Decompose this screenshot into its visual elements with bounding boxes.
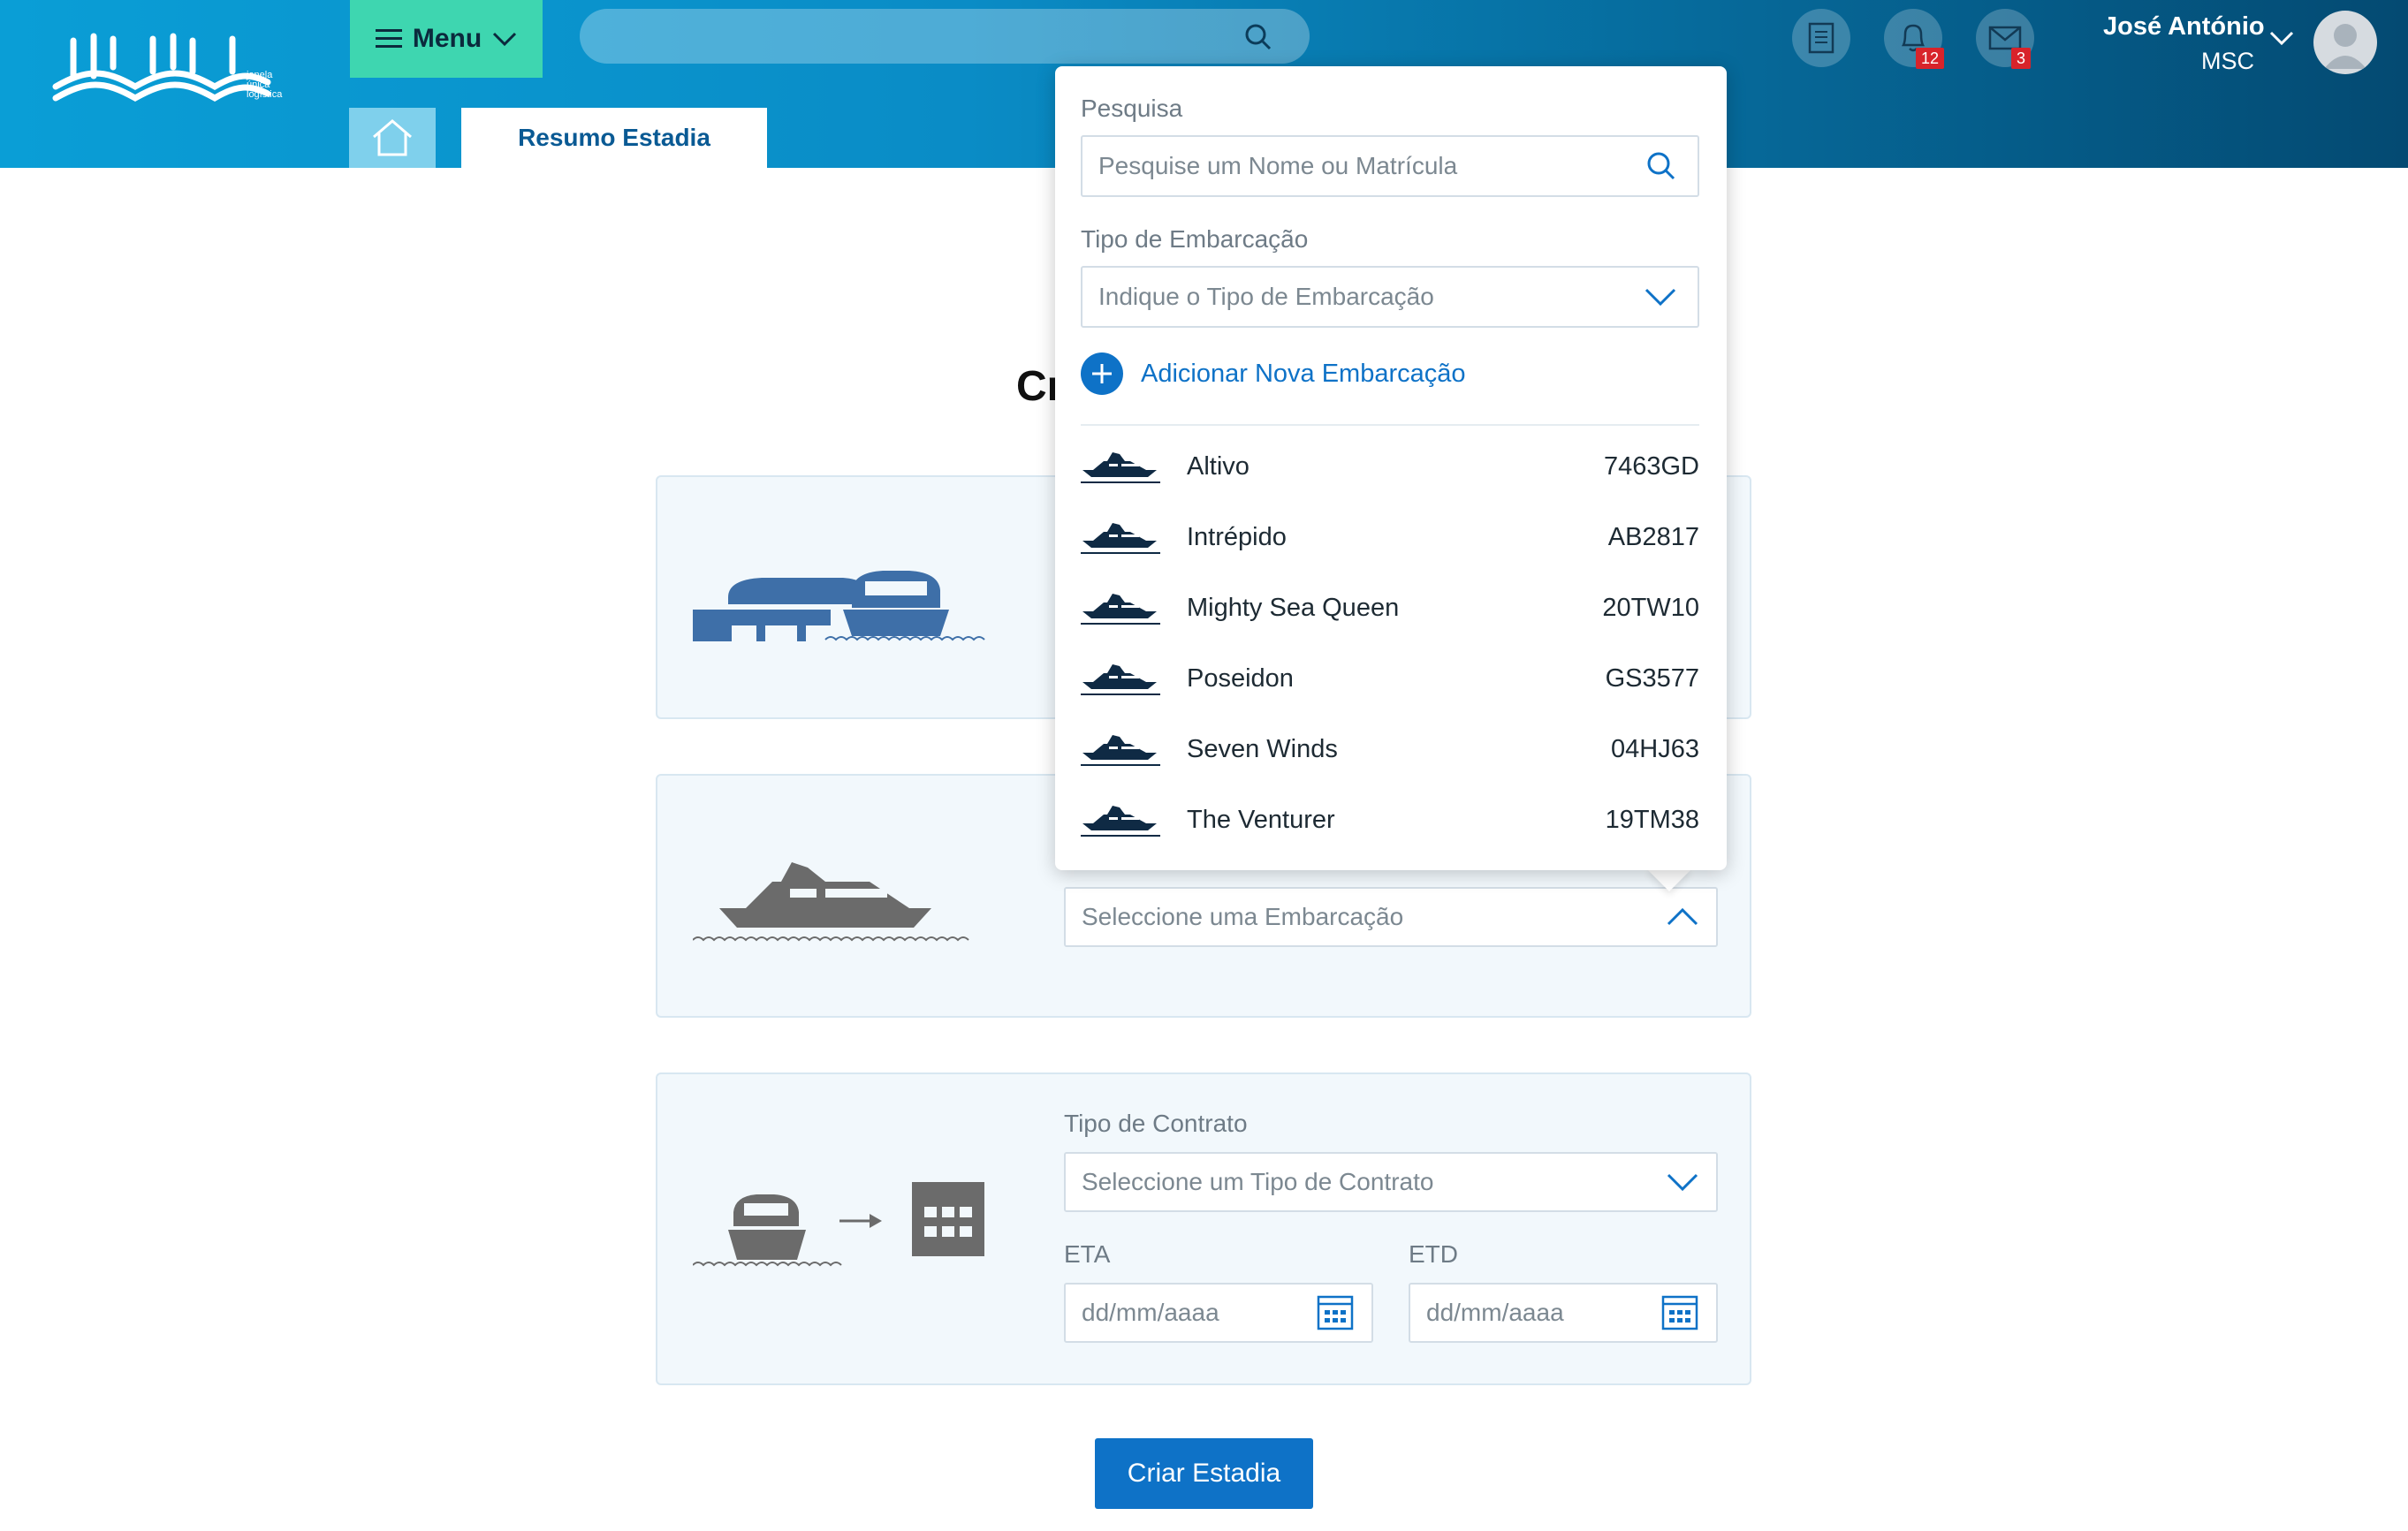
chevron-down-icon [1667, 1173, 1698, 1192]
vessel-select-value: Seleccione uma Embarcação [1082, 903, 1404, 930]
chevron-up-icon [1667, 907, 1698, 926]
vessel-list-item[interactable]: Altivo 7463GD [1081, 431, 1699, 502]
notifications-badge: 12 [1916, 48, 1945, 69]
add-new-vessel-label: Adicionar Nova Embarcação [1141, 359, 1466, 388]
vessel-list-item[interactable]: Intrépido AB2817 [1081, 502, 1699, 572]
contract-card: Tipo de Contrato Seleccione um Tipo de C… [656, 1072, 1751, 1385]
plus-icon [1081, 352, 1123, 395]
calendar-icon[interactable] [1317, 1295, 1354, 1330]
yacht-icon [1081, 806, 1160, 837]
global-search-input[interactable] [580, 9, 1310, 64]
contract-label: Tipo de Contrato [1064, 1110, 1248, 1137]
yacht-icon [693, 862, 969, 942]
vessel-dropdown-popup: Pesquisa Pesquise um Nome ou Matrícula T… [1055, 66, 1727, 870]
etd-label: ETD [1409, 1240, 1458, 1268]
vessel-name: The Venturer [1187, 805, 1335, 834]
vessel-select[interactable]: Seleccione uma Embarcação [1064, 887, 1718, 947]
eta-label: ETA [1064, 1240, 1111, 1268]
user-org: MSC [2201, 48, 2254, 74]
tab-resumo-estadia[interactable]: Resumo Estadia [461, 108, 767, 168]
search-icon[interactable] [1244, 23, 1272, 51]
vessel-list-item[interactable]: Seven Winds 04HJ63 [1081, 714, 1699, 784]
search-label: Pesquisa [1081, 95, 1183, 122]
user-menu-chevron-icon[interactable] [2269, 30, 2294, 46]
vessel-name: Intrépido [1187, 522, 1287, 551]
vessel-registration: 19TM38 [1605, 805, 1699, 834]
messages-badge: 3 [2011, 48, 2032, 69]
menu-label: Menu [412, 24, 482, 53]
divider [1081, 424, 1699, 426]
vessel-type-select[interactable]: Indique o Tipo de Embarcação [1081, 266, 1699, 328]
yacht-icon [1081, 594, 1160, 625]
chevron-down-icon [493, 32, 517, 47]
hamburger-icon [375, 29, 402, 49]
vessel-type-placeholder: Indique o Tipo de Embarcação [1098, 283, 1434, 310]
user-icon [2324, 24, 2366, 69]
etd-date-placeholder: dd/mm/aaaa [1426, 1299, 1564, 1326]
user-name[interactable]: José António [2103, 12, 2265, 42]
vessel-name: Altivo [1187, 451, 1250, 481]
yacht-icon [1081, 735, 1160, 766]
calendar-icon[interactable] [1661, 1295, 1698, 1330]
vessel-registration: AB2817 [1607, 522, 1699, 551]
create-stay-button[interactable]: Criar Estadia [1095, 1438, 1313, 1509]
ship-to-calendar-icon [693, 1182, 984, 1267]
vessel-registration: 7463GD [1603, 451, 1699, 481]
vessel-list-item[interactable]: Poseidon GS3577 [1081, 643, 1699, 714]
vessel-registration: 04HJ63 [1611, 734, 1699, 763]
etd-date-input[interactable]: dd/mm/aaaa [1409, 1283, 1718, 1343]
vessel-name: Seven Winds [1187, 734, 1338, 763]
yacht-icon [1081, 523, 1160, 554]
contract-select-value: Seleccione um Tipo de Contrato [1082, 1168, 1434, 1195]
eta-date-input[interactable]: dd/mm/aaaa [1064, 1283, 1373, 1343]
home-tab[interactable] [349, 108, 436, 168]
document-icon [1808, 22, 1834, 54]
logo-text: janela única logística [247, 70, 283, 100]
messages-button[interactable]: 3 [1976, 9, 2034, 69]
yacht-icon [1081, 664, 1160, 695]
vessel-list-item[interactable]: Mighty Sea Queen 20TW10 [1081, 572, 1699, 643]
search-icon[interactable] [1646, 151, 1676, 181]
add-new-vessel-button[interactable]: Adicionar Nova Embarcação [1081, 352, 1466, 395]
avatar[interactable] [2313, 11, 2377, 74]
home-icon [373, 119, 412, 156]
vessel-name: Mighty Sea Queen [1187, 593, 1400, 622]
notifications-button[interactable]: 12 [1884, 9, 1945, 69]
port-dock-icon [693, 571, 985, 641]
vessel-search-input[interactable]: Pesquise um Nome ou Matrícula [1081, 135, 1699, 197]
chevron-down-icon [1645, 288, 1676, 307]
vessel-registration: GS3577 [1605, 663, 1699, 693]
eta-date-placeholder: dd/mm/aaaa [1082, 1299, 1219, 1326]
vessel-search-placeholder: Pesquise um Nome ou Matrícula [1098, 152, 1458, 179]
contract-select[interactable]: Seleccione um Tipo de Contrato [1064, 1152, 1718, 1212]
menu-button[interactable]: Menu [350, 0, 543, 78]
vessel-registration: 20TW10 [1602, 593, 1699, 622]
documents-button[interactable] [1792, 9, 1850, 67]
vessel-list-item[interactable]: The Venturer 19TM38 [1081, 784, 1699, 855]
vessel-name: Poseidon [1187, 663, 1294, 693]
yacht-icon [1081, 452, 1160, 483]
vessel-type-label: Tipo de Embarcação [1081, 225, 1309, 253]
